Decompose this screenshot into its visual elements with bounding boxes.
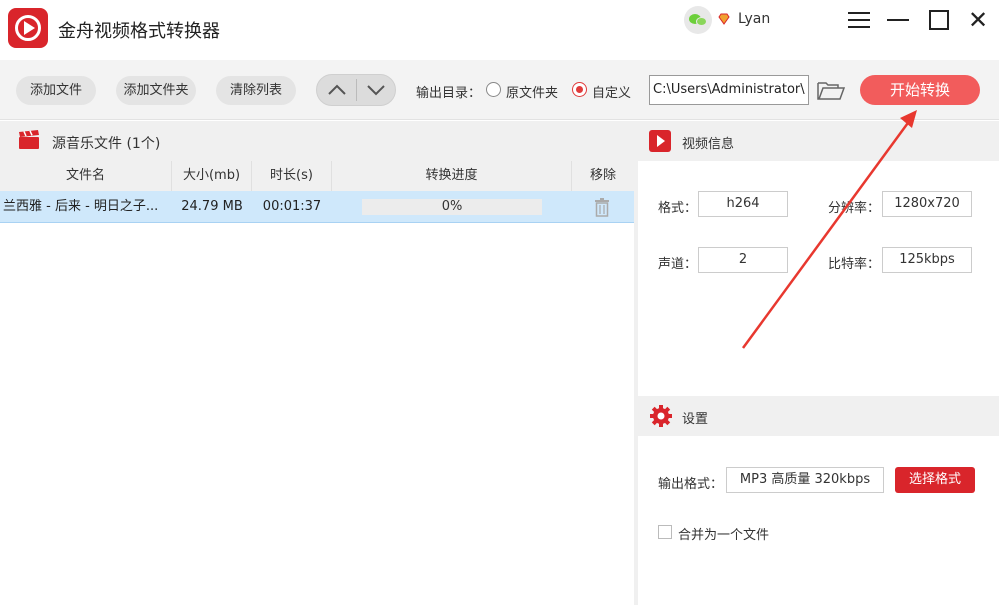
app-logo-icon bbox=[8, 8, 48, 48]
output-path-field[interactable]: C:\Users\Administrator\ bbox=[649, 75, 809, 105]
output-format-value: MP3 高质量 320kbps bbox=[726, 467, 884, 493]
user-name[interactable]: Lyan bbox=[738, 11, 770, 27]
add-file-button[interactable]: 添加文件 bbox=[16, 76, 96, 105]
trash-icon[interactable] bbox=[592, 197, 612, 217]
column-header-progress[interactable]: 转换进度 bbox=[332, 161, 572, 191]
radio-custom-label: 自定义 bbox=[592, 86, 632, 101]
column-header-remove[interactable]: 移除 bbox=[572, 161, 634, 191]
video-info-title: 视频信息 bbox=[682, 137, 735, 152]
column-header-duration[interactable]: 时长(s) bbox=[252, 161, 332, 191]
info-panel: 视频信息 格式： h264 分辨率： 1280x720 声道： 2 比特率： 1… bbox=[638, 121, 999, 605]
bitrate-label: 比特率： bbox=[828, 257, 881, 272]
video-info-header: 视频信息 bbox=[638, 121, 999, 161]
select-format-button[interactable]: 选择格式 bbox=[895, 467, 975, 493]
clapperboard-icon bbox=[19, 130, 39, 149]
gear-icon bbox=[650, 405, 672, 427]
file-size-cell: 24.79 MB bbox=[181, 199, 243, 214]
column-header-size[interactable]: 大小(mb) bbox=[172, 161, 252, 191]
add-folder-button[interactable]: 添加文件夹 bbox=[116, 76, 196, 105]
settings-header: 设置 bbox=[638, 396, 999, 436]
minimize-icon[interactable] bbox=[884, 6, 912, 34]
format-label: 格式： bbox=[658, 201, 698, 216]
settings-title: 设置 bbox=[682, 412, 709, 427]
radio-original-label: 原文件夹 bbox=[506, 86, 559, 101]
merge-label: 合并为一个文件 bbox=[678, 528, 770, 543]
file-duration-cell: 00:01:37 bbox=[262, 199, 322, 214]
channels-value: 2 bbox=[698, 247, 788, 273]
toolbar: 添加文件 添加文件夹 清除列表 输出目录： 原文件夹 自定义 C:\Users\… bbox=[0, 60, 999, 120]
title-bar: 金舟视频格式转换器 Lyan ✕ bbox=[0, 0, 999, 60]
chevron-down-icon[interactable] bbox=[358, 81, 394, 99]
maximize-icon[interactable] bbox=[925, 6, 953, 34]
file-list-title: 源音乐文件 (1个) bbox=[52, 136, 161, 152]
video-play-icon bbox=[649, 130, 671, 152]
format-value: h264 bbox=[698, 191, 788, 217]
file-list-header: 源音乐文件 (1个) bbox=[0, 121, 634, 161]
resolution-value: 1280x720 bbox=[882, 191, 972, 217]
merge-checkbox[interactable] bbox=[658, 525, 672, 539]
app-title: 金舟视频格式转换器 bbox=[58, 21, 220, 42]
column-header-filename[interactable]: 文件名 bbox=[0, 161, 172, 191]
resolution-label: 分辨率： bbox=[828, 201, 881, 216]
channels-label: 声道： bbox=[658, 257, 698, 272]
close-icon[interactable]: ✕ bbox=[964, 6, 992, 34]
vip-diamond-icon bbox=[718, 13, 730, 25]
output-dir-label: 输出目录： bbox=[416, 86, 482, 101]
hamburger-menu-icon[interactable] bbox=[845, 6, 873, 34]
chevron-up-icon[interactable] bbox=[319, 81, 355, 99]
bitrate-value: 125kbps bbox=[882, 247, 972, 273]
clear-list-button[interactable]: 清除列表 bbox=[216, 76, 296, 105]
wechat-icon[interactable] bbox=[684, 6, 712, 34]
radio-original-folder[interactable] bbox=[486, 82, 501, 97]
radio-custom-folder[interactable] bbox=[572, 82, 587, 97]
move-buttons-group bbox=[316, 74, 396, 106]
progress-text: 0% bbox=[441, 199, 463, 214]
output-format-label: 输出格式： bbox=[658, 477, 724, 492]
table-row[interactable]: 兰西雅 - 后来 - 明日之子... 24.79 MB 00:01:37 0% bbox=[0, 191, 634, 223]
file-name-cell: 兰西雅 - 后来 - 明日之子... bbox=[3, 199, 159, 214]
open-folder-icon[interactable] bbox=[816, 79, 846, 101]
start-convert-button[interactable]: 开始转换 bbox=[860, 75, 980, 105]
file-list-panel: 源音乐文件 (1个) 文件名 大小(mb) 时长(s) 转换进度 移除 兰西雅 … bbox=[0, 121, 634, 605]
